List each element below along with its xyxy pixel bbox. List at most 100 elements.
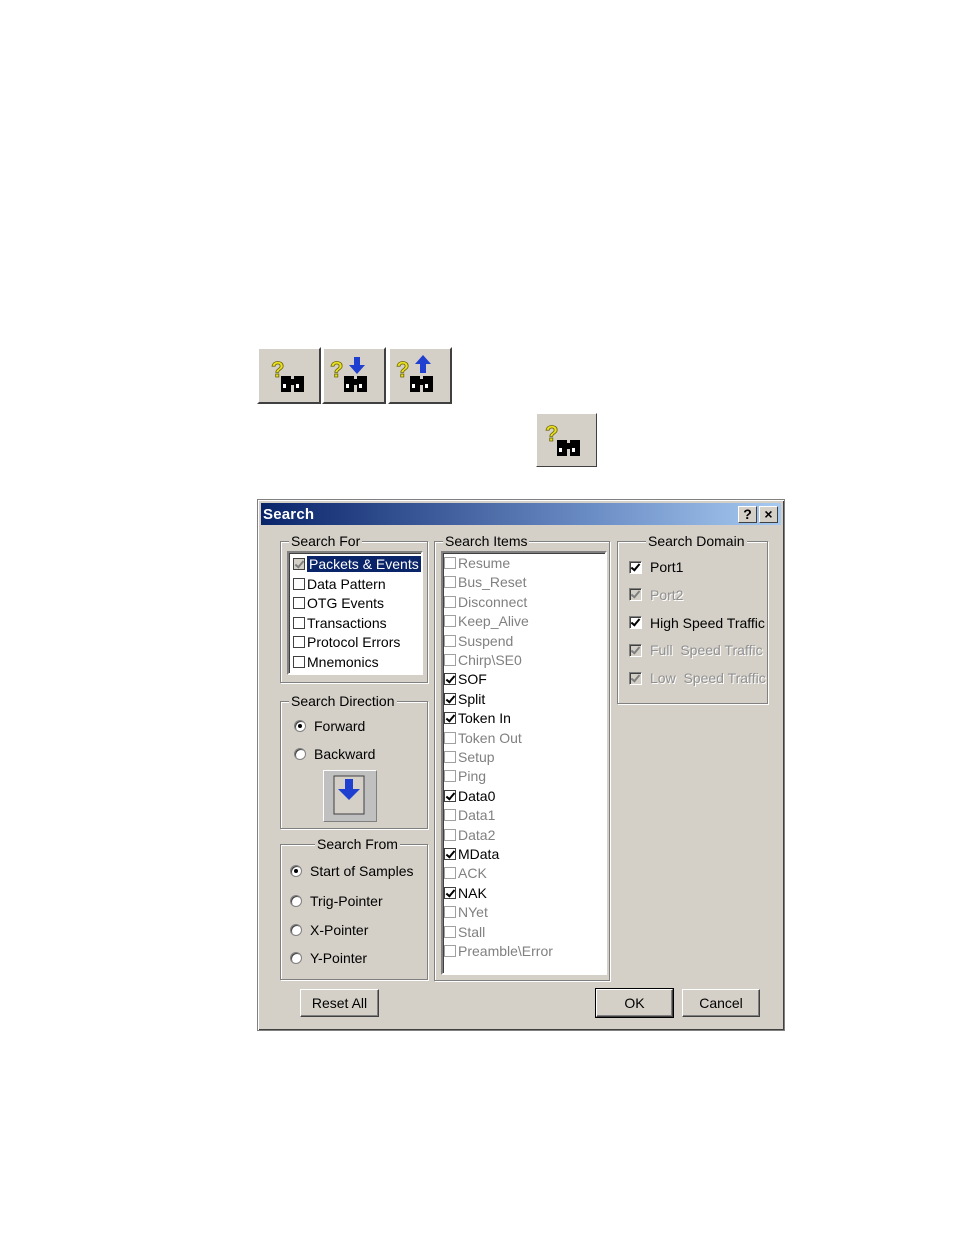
search-item[interactable]: Bus_Reset [444, 573, 526, 591]
search-item-checkbox[interactable] [444, 576, 456, 589]
search-next-button[interactable]: ? [322, 347, 386, 404]
search-item-label: MData [458, 846, 500, 862]
search-item[interactable]: Token In [444, 709, 511, 727]
search-item[interactable]: Token Out [444, 729, 522, 747]
forward-radio[interactable]: Forward [294, 718, 365, 734]
search-item-checkbox[interactable] [444, 615, 456, 628]
search-item-checkbox[interactable] [444, 809, 456, 822]
search-for-checkbox[interactable] [293, 636, 305, 648]
reset-all-button[interactable]: Reset All [300, 989, 379, 1017]
search-item[interactable]: Resume [444, 554, 510, 572]
search-item-checkbox[interactable] [444, 867, 456, 880]
search-from-radio-button[interactable] [290, 952, 302, 964]
search-domain-checkbox[interactable] [629, 588, 642, 602]
search-item-checkbox[interactable] [444, 848, 456, 860]
forward-radio-button[interactable] [294, 720, 306, 732]
search-for-checkbox[interactable] [293, 655, 305, 668]
search-item-checkbox[interactable] [444, 789, 456, 802]
search-domain-checkbox[interactable] [629, 616, 642, 630]
search-item-label: Stall [458, 923, 486, 940]
search-from-radio[interactable]: Y-Pointer [290, 950, 367, 966]
search-for-checkbox[interactable] [293, 616, 305, 629]
search-for-item[interactable]: Transactions [293, 614, 387, 632]
search-item[interactable]: Setup [444, 748, 495, 766]
search-item-checkbox[interactable] [444, 886, 456, 899]
search-for-checkbox[interactable] [293, 558, 305, 570]
search-from-radio-button[interactable] [290, 895, 302, 907]
search-previous-icon: ? [396, 355, 433, 392]
search-item[interactable]: Split [444, 690, 485, 708]
search-item-label: Keep_Alive [458, 613, 529, 630]
search-domain-option[interactable]: Port2 [629, 587, 683, 603]
search-domain-checkbox[interactable] [629, 560, 642, 574]
search-from-radio[interactable]: Start of Samples [290, 863, 414, 879]
search-from-radio-button[interactable] [290, 865, 302, 877]
cancel-button[interactable]: Cancel [682, 989, 760, 1017]
search-domain-option[interactable]: High Speed Traffic [629, 615, 765, 631]
search-button[interactable]: ? [257, 347, 321, 404]
search-domain-checkbox[interactable] [629, 671, 642, 685]
search-binoculars-icon: ? [545, 421, 580, 456]
backward-radio-button[interactable] [294, 748, 306, 760]
search-item[interactable]: Chirp\SE0 [444, 651, 522, 669]
search-item-checkbox[interactable] [444, 925, 456, 938]
search-item[interactable]: Data2 [444, 826, 495, 844]
search-domain-option[interactable]: Port1 [629, 559, 683, 575]
search-for-item[interactable]: Packets & Events [293, 555, 422, 573]
search-for-item[interactable]: Mnemonics [293, 653, 379, 671]
search-item-checkbox[interactable] [444, 654, 456, 666]
search-item-checkbox[interactable] [444, 673, 456, 686]
search-binoculars-icon: ? [271, 357, 304, 392]
search-for-list[interactable]: Packets & Events Data Pattern OTG Events Tr… [287, 551, 423, 675]
search-domain-option[interactable]: Full Speed Traffic [629, 642, 763, 658]
search-for-item[interactable]: Protocol Errors [293, 633, 400, 651]
search-item[interactable]: MData [444, 845, 499, 863]
search-from-radio[interactable]: X-Pointer [290, 922, 368, 938]
search-item-checkbox[interactable] [444, 770, 456, 783]
search-for-item[interactable]: OTG Events [293, 594, 384, 612]
search-item[interactable]: Ping [444, 767, 486, 785]
search-item[interactable]: Keep_Alive [444, 612, 529, 630]
search-item-checkbox[interactable] [444, 557, 456, 569]
search-for-checkbox[interactable] [293, 577, 305, 590]
search-previous-button[interactable]: ? [388, 347, 452, 404]
search-item-checkbox[interactable] [444, 731, 456, 744]
search-item-checkbox[interactable] [444, 595, 456, 608]
search-button-standalone[interactable]: ? [536, 413, 597, 467]
search-for-item-label: OTG Events [307, 595, 385, 611]
svg-text:?: ? [330, 357, 343, 382]
search-item-checkbox[interactable] [444, 945, 456, 957]
close-button[interactable]: × [759, 506, 778, 523]
search-item-checkbox[interactable] [444, 712, 456, 725]
search-item-checkbox[interactable] [444, 692, 456, 705]
search-for-checkbox[interactable] [293, 597, 305, 609]
search-item[interactable]: Data1 [444, 806, 495, 824]
search-from-radio-button[interactable] [290, 924, 302, 936]
search-for-item[interactable]: Data Pattern [293, 575, 386, 593]
ok-button[interactable]: OK [595, 988, 674, 1018]
search-items-group: Search Items Resume Bus_Reset Disconnect Ke… [434, 533, 610, 981]
title-bar[interactable]: Search ? × [261, 503, 781, 525]
search-domain-checkbox[interactable] [629, 643, 642, 657]
search-item[interactable]: NYet [444, 903, 488, 921]
search-item-checkbox[interactable] [444, 828, 456, 841]
search-direction-group: Search Direction Forward Backward [280, 693, 428, 829]
search-item[interactable]: Data0 [444, 787, 495, 805]
search-item[interactable]: ACK [444, 864, 487, 882]
search-item[interactable]: Preamble\Error [444, 942, 553, 960]
backward-radio[interactable]: Backward [294, 746, 375, 762]
help-button[interactable]: ? [738, 506, 757, 523]
search-items-list[interactable]: Resume Bus_Reset Disconnect Keep_Alive Suspe… [441, 551, 607, 975]
search-item[interactable]: Disconnect [444, 593, 527, 611]
search-domain-label: High Speed Traffic [650, 614, 765, 631]
search-next-icon: ? [330, 357, 367, 392]
search-item[interactable]: Suspend [444, 632, 513, 650]
search-item[interactable]: SOF [444, 670, 487, 688]
search-item-checkbox[interactable] [444, 634, 456, 647]
search-item-checkbox[interactable] [444, 906, 456, 919]
search-item[interactable]: Stall [444, 923, 485, 941]
search-from-radio[interactable]: Trig-Pointer [290, 893, 383, 909]
search-item-checkbox[interactable] [444, 751, 456, 763]
search-item[interactable]: NAK [444, 884, 487, 902]
search-domain-option[interactable]: Low Speed Traffic [629, 670, 766, 686]
